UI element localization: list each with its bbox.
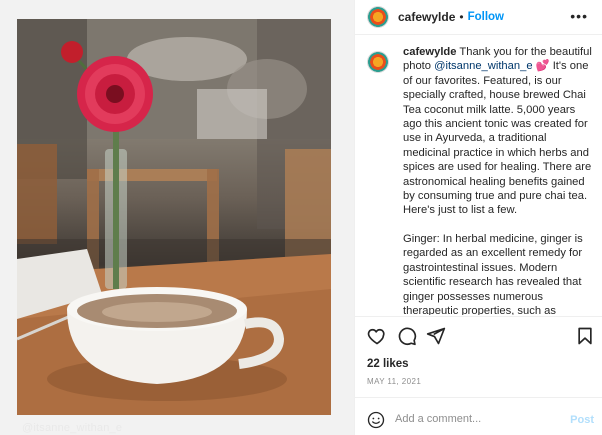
comment-row: Post — [355, 405, 602, 435]
more-options-icon[interactable]: ••• — [570, 8, 588, 24]
action-bar — [355, 322, 602, 350]
comment-icon[interactable] — [397, 326, 417, 346]
caption-area: cafewylde Thank you for the beautiful ph… — [355, 45, 602, 315]
bookmark-icon[interactable] — [575, 326, 595, 346]
follow-button[interactable]: Follow — [468, 11, 504, 23]
header-username[interactable]: cafewylde — [398, 10, 455, 24]
caption-text: cafewylde Thank you for the beautiful ph… — [403, 45, 595, 315]
caption-avatar[interactable] — [367, 51, 389, 73]
caption-mention[interactable]: @itsanne_withan_e — [434, 60, 532, 72]
post-photo[interactable] — [17, 19, 331, 415]
post-date: MAY 11, 2021 — [367, 377, 422, 386]
share-icon[interactable] — [426, 326, 446, 346]
smiley-icon[interactable] — [367, 411, 385, 429]
caption-paragraph-2: Ginger: In herbal medicine, ginger is re… — [403, 232, 583, 315]
separator-dot: • — [459, 10, 464, 24]
photo-credit: @itsanne_withan_e — [22, 422, 123, 434]
photo-panel: @itsanne_withan_e — [0, 0, 354, 435]
avatar[interactable] — [367, 6, 389, 28]
caption-username[interactable]: cafewylde — [403, 46, 456, 58]
comment-input[interactable] — [395, 413, 555, 425]
comment-divider — [355, 397, 602, 398]
likes-count[interactable]: 22 likes — [367, 358, 409, 370]
hearts-emoji: 💕 — [535, 60, 550, 73]
post-header: cafewylde • Follow ••• — [355, 0, 602, 34]
caption-body: It's one of our favorites. Featured, is … — [403, 60, 592, 217]
heart-icon[interactable] — [367, 326, 387, 346]
header-divider — [355, 34, 602, 35]
post-sidebar: cafewylde • Follow ••• cafewylde Thank y… — [354, 0, 602, 435]
actions-divider — [355, 316, 602, 317]
post-comment-button[interactable]: Post — [570, 414, 594, 426]
photo-illustration — [17, 19, 331, 415]
